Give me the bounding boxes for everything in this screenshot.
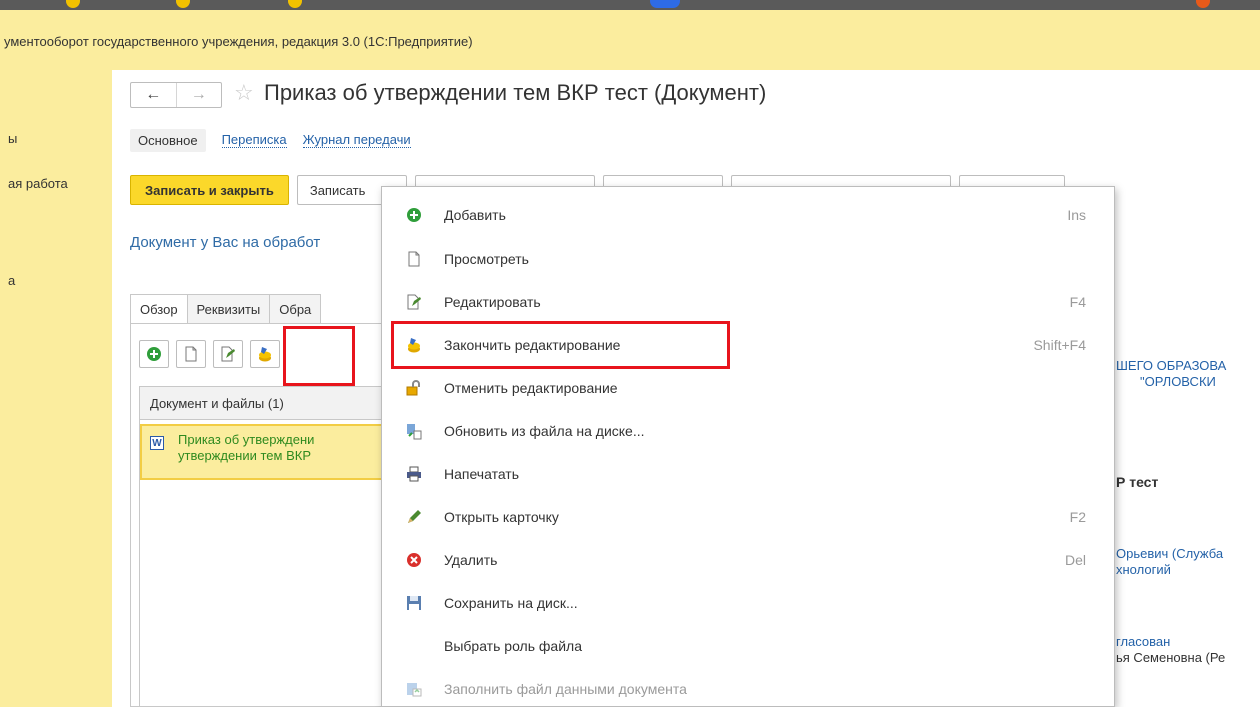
highlight-box (283, 326, 355, 386)
menu-item-open-card[interactable]: Открыть карточку F2 (382, 495, 1114, 538)
menu-label: Сохранить на диск... (444, 594, 578, 611)
back-arrow-icon[interactable]: ← (131, 83, 176, 107)
subtab-transfer-log[interactable]: Журнал передачи (302, 132, 411, 148)
menu-item-fill-doc-data: Заполнить файл данными документа (382, 667, 1114, 706)
document-subject: Р тест (1116, 474, 1159, 490)
menu-item-delete[interactable]: Удалить Del (382, 538, 1114, 581)
menu-item-cancel-edit[interactable]: Отменить редактирование (382, 366, 1114, 409)
files-toolbar (139, 340, 287, 368)
page-icon (404, 249, 424, 269)
content-tabs: Обзор Реквизиты Обра (130, 294, 322, 324)
menu-shortcut: F2 (1069, 508, 1086, 525)
save-disk-icon (404, 593, 424, 613)
author-department: хнологий (1116, 562, 1171, 577)
organization-name-2: "ОРЛОВСКИ (1140, 374, 1216, 389)
taskbar-icon[interactable] (66, 0, 80, 8)
edit-page-icon (404, 292, 424, 312)
files-list-header: Документ и файлы (1) (139, 386, 391, 420)
menu-item-choose-role[interactable]: Выбрать роль файла (382, 624, 1114, 667)
finish-edit-button[interactable] (250, 340, 280, 368)
section-item[interactable]: ая работа (8, 176, 68, 191)
window-titlebar: ументооборот государственного учреждения… (0, 10, 1260, 70)
pencil-icon (404, 507, 424, 527)
view-file-button[interactable] (176, 340, 206, 368)
menu-highlight-box (391, 321, 730, 369)
subtab-main[interactable]: Основное (130, 128, 206, 152)
favorite-star-icon[interactable]: ☆ (234, 80, 254, 106)
tab-overview[interactable]: Обзор (130, 294, 188, 324)
menu-label: Просмотреть (444, 250, 529, 267)
approval-status: гласован (1116, 634, 1171, 649)
menu-shortcut: F4 (1069, 293, 1086, 310)
menu-label: Редактировать (444, 293, 541, 310)
status-notice: Документ у Вас на обработ (130, 234, 321, 251)
section-item[interactable]: ы (8, 131, 17, 146)
finish-edit-icon (259, 347, 271, 362)
taskbar-icon[interactable] (650, 0, 680, 8)
taskbar-icon[interactable] (1196, 0, 1210, 8)
taskbar-icon[interactable] (176, 0, 190, 8)
menu-label: Добавить (444, 206, 506, 223)
delete-red-icon (404, 550, 424, 570)
menu-label: Удалить (444, 551, 498, 568)
forward-arrow-icon[interactable]: → (175, 83, 222, 107)
taskbar-icon[interactable] (288, 0, 302, 8)
menu-label: Выбрать роль файла (444, 637, 582, 654)
file-context-menu: Добавить Ins Просмотреть Редактировать F… (381, 186, 1115, 707)
menu-label: Отменить редактирование (444, 379, 618, 396)
menu-shortcut: Shift+F4 (1033, 336, 1086, 353)
menu-item-edit[interactable]: Редактировать F4 (382, 280, 1114, 323)
unlock-icon (404, 378, 424, 398)
history-nav: ← → (130, 82, 222, 108)
add-file-button[interactable] (139, 340, 169, 368)
plus-green-icon (147, 347, 161, 361)
author-name[interactable]: Орьевич (Служба (1116, 546, 1223, 561)
menu-item-add[interactable]: Добавить Ins (382, 193, 1114, 236)
save-and-close-button[interactable]: Записать и закрыть (130, 175, 289, 205)
menu-item-view[interactable]: Просмотреть (382, 237, 1114, 280)
menu-label: Обновить из файла на диске... (444, 422, 645, 439)
page-title: Приказ об утверждении тем ВКР тест (Доку… (264, 80, 767, 105)
subtab-correspondence[interactable]: Переписка (221, 132, 287, 148)
menu-label: Заполнить файл данными документа (444, 680, 687, 697)
menu-item-save-to-disk[interactable]: Сохранить на диск... (382, 581, 1114, 624)
plus-green-icon (404, 205, 424, 225)
approver-name: ья Семеновна (Ре (1116, 650, 1226, 665)
file-row[interactable]: W Приказ об утверждени утверждении тем В… (140, 424, 392, 480)
word-file-icon: W (150, 436, 164, 450)
menu-item-refresh[interactable]: Обновить из файла на диске... (382, 409, 1114, 452)
window-title: ументооборот государственного учреждения… (4, 34, 473, 49)
fill-doc-icon (404, 679, 424, 699)
files-panel: Документ и файлы (1) W Приказ об утвержд… (130, 323, 392, 707)
printer-icon (404, 464, 424, 484)
edit-page-icon (221, 346, 235, 362)
refresh-file-icon (404, 421, 424, 441)
menu-shortcut: Del (1064, 551, 1086, 568)
menu-shortcut: Ins (1067, 206, 1086, 223)
form-subtabs: Основное Переписка Журнал передачи (130, 128, 427, 152)
os-taskbar (0, 0, 1260, 10)
tab-processing[interactable]: Обра (270, 294, 322, 324)
tab-requisites[interactable]: Реквизиты (187, 294, 271, 324)
section-item[interactable]: а (8, 273, 15, 288)
menu-label: Напечатать (444, 465, 520, 482)
organization-name: ШЕГО ОБРАЗОВА (1116, 358, 1227, 373)
menu-label: Открыть карточку (444, 508, 559, 525)
edit-file-button[interactable] (213, 340, 243, 368)
files-list: W Приказ об утверждени утверждении тем В… (139, 420, 392, 707)
page-icon (185, 346, 197, 362)
file-name: Приказ об утверждени утверждении тем ВКР (178, 432, 315, 463)
menu-item-print[interactable]: Напечатать (382, 452, 1114, 495)
sections-panel: ы ая работа а (0, 70, 112, 707)
